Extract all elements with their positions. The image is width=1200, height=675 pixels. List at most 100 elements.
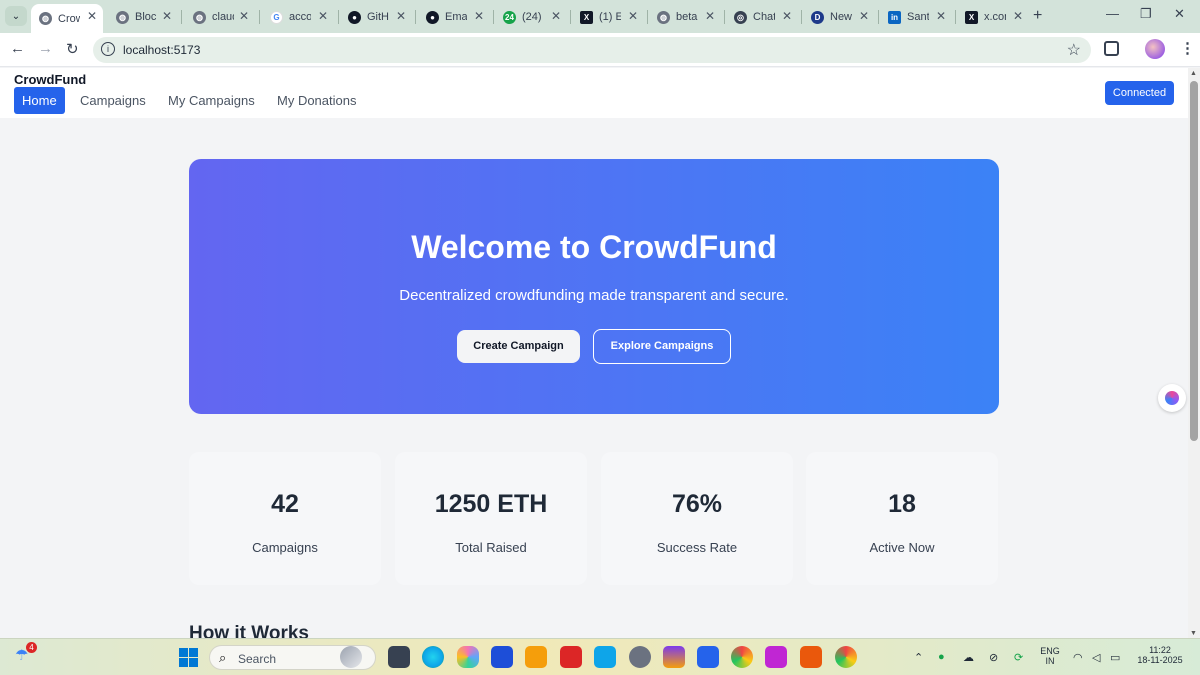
- globe-icon: ◍: [116, 10, 129, 24]
- close-icon[interactable]: ✕: [628, 9, 638, 23]
- stat-label: Success Rate: [656, 540, 738, 555]
- browser-menu-icon[interactable]: ⋮: [1180, 39, 1195, 57]
- tab-new[interactable]: D New ✕: [803, 4, 875, 30]
- url-text[interactable]: localhost:5173: [123, 43, 200, 57]
- tab-search-button[interactable]: ⌄: [5, 6, 27, 26]
- chrome-icon[interactable]: [731, 646, 753, 668]
- scroll-thumb[interactable]: [1190, 81, 1198, 441]
- stat-card-campaigns: 42 Campaigns: [189, 452, 381, 585]
- window-close-icon[interactable]: ✕: [1174, 6, 1185, 22]
- stat-card-total-raised: 1250 ETH Total Raised: [395, 452, 587, 585]
- tab-email[interactable]: ● Emai ✕: [418, 4, 490, 30]
- address-bar[interactable]: i localhost:5173 ☆: [93, 37, 1091, 63]
- close-icon[interactable]: ✕: [87, 9, 97, 23]
- nav-link-home[interactable]: Home: [14, 87, 65, 114]
- bookmark-star-icon[interactable]: ☆: [1067, 40, 1081, 60]
- stat-label: Campaigns: [252, 540, 318, 555]
- wallet-connected-button[interactable]: Connected: [1105, 81, 1174, 105]
- close-icon[interactable]: ✕: [936, 9, 946, 23]
- tab-accounts[interactable]: G acco ✕: [262, 4, 334, 30]
- windows-taskbar: ☂ 4 ⌕ Search ⌃ ● ☁ ⊘ ⟳ ENG IN ◠ ◁ ▭ 11:2…: [0, 638, 1200, 675]
- tray-app-icon[interactable]: ●: [938, 651, 945, 663]
- reload-icon[interactable]: ↻: [66, 40, 79, 58]
- profile-avatar[interactable]: [1145, 39, 1165, 59]
- nav-link-my-donations[interactable]: My Donations: [269, 87, 364, 114]
- site-info-icon[interactable]: i: [101, 42, 115, 56]
- tab-separator: [493, 10, 494, 24]
- close-icon[interactable]: ✕: [859, 9, 869, 23]
- close-icon[interactable]: ✕: [162, 9, 172, 23]
- close-icon[interactable]: ✕: [474, 9, 484, 23]
- openai-icon: ◎: [734, 10, 747, 24]
- powerpoint-icon[interactable]: [800, 646, 822, 668]
- windows-start-icon[interactable]: [179, 648, 198, 667]
- volume-icon[interactable]: ◁: [1092, 651, 1100, 664]
- edge-icon[interactable]: [422, 646, 444, 668]
- forward-icon[interactable]: →: [38, 40, 53, 57]
- golf-widget-icon[interactable]: [340, 646, 362, 668]
- clock[interactable]: 11:22 18-11-2025: [1130, 645, 1190, 665]
- vscode-icon[interactable]: [697, 646, 719, 668]
- page-scrollbar[interactable]: ▲ ▼: [1188, 68, 1200, 638]
- tab-title: (1) Ei: [599, 11, 621, 23]
- tray-chevron-icon[interactable]: ⌃: [914, 651, 923, 664]
- scroll-down-icon[interactable]: ▼: [1190, 630, 1197, 637]
- battery-icon[interactable]: ▭: [1110, 651, 1120, 664]
- tab-title: claud: [212, 11, 234, 23]
- brand-logo[interactable]: CrowdFund: [14, 72, 86, 87]
- tab-linkedin[interactable]: in Santh ✕: [880, 4, 952, 30]
- restore-icon[interactable]: ❐: [1140, 6, 1152, 22]
- minimize-icon[interactable]: —: [1106, 6, 1119, 21]
- tab-block[interactable]: ◍ Block ✕: [108, 4, 178, 30]
- nav-link-my-campaigns[interactable]: My Campaigns: [160, 87, 263, 114]
- tab-chat[interactable]: ◎ Chat ✕: [726, 4, 798, 30]
- copilot-icon[interactable]: [457, 646, 479, 668]
- tab-separator: [955, 10, 956, 24]
- close-icon[interactable]: ✕: [782, 9, 792, 23]
- close-icon[interactable]: ✕: [239, 9, 249, 23]
- x-icon: X: [580, 10, 593, 24]
- tab-claude[interactable]: ◍ claud ✕: [185, 4, 255, 30]
- search-placeholder: Search: [238, 652, 277, 666]
- task-view-icon[interactable]: [388, 646, 410, 668]
- nav-link-campaigns[interactable]: Campaigns: [72, 87, 154, 114]
- app-stack-icon[interactable]: [765, 646, 787, 668]
- photos-icon[interactable]: [663, 646, 685, 668]
- extensions-icon[interactable]: [1104, 41, 1119, 56]
- scroll-up-icon[interactable]: ▲: [1190, 70, 1197, 77]
- stat-label: Total Raised: [455, 540, 527, 555]
- stat-card-success-rate: 76% Success Rate: [601, 452, 793, 585]
- assistant-widget-button[interactable]: [1158, 384, 1186, 412]
- close-icon[interactable]: ✕: [1013, 9, 1023, 23]
- tab-beta[interactable]: ◍ beta. ✕: [649, 4, 721, 30]
- chrome-profile-icon[interactable]: [835, 646, 857, 668]
- back-icon[interactable]: ←: [10, 40, 25, 57]
- tray-sync-icon[interactable]: ⟳: [1014, 651, 1023, 664]
- close-icon[interactable]: ✕: [705, 9, 715, 23]
- tab-x-2[interactable]: X x.con ✕: [957, 4, 1029, 30]
- new-tab-button[interactable]: +: [1033, 7, 1042, 25]
- tab-x-1[interactable]: X (1) Ei ✕: [572, 4, 644, 30]
- wifi-icon[interactable]: ◠: [1073, 651, 1083, 664]
- tray-muted-icon[interactable]: ⊘: [989, 651, 998, 664]
- wps-office-icon[interactable]: [560, 646, 582, 668]
- store-icon[interactable]: [491, 646, 513, 668]
- settings-gear-icon[interactable]: [629, 646, 651, 668]
- close-icon[interactable]: ✕: [396, 9, 406, 23]
- tab-github[interactable]: ● GitHu ✕: [340, 4, 412, 30]
- tab-whatsapp[interactable]: 24 (24) V ✕: [495, 4, 567, 30]
- tab-title: GitHu: [367, 11, 389, 23]
- create-campaign-button[interactable]: Create Campaign: [457, 330, 580, 363]
- tab-title: Santh: [907, 11, 929, 23]
- language-code: ENG: [1040, 646, 1060, 656]
- close-icon[interactable]: ✕: [318, 9, 328, 23]
- language-indicator[interactable]: ENG IN: [1039, 646, 1061, 666]
- notepad-icon[interactable]: [594, 646, 616, 668]
- tab-crowdfund[interactable]: ◍ Crow ✕: [31, 4, 103, 33]
- close-icon[interactable]: ✕: [551, 9, 561, 23]
- clock-time: 11:22: [1149, 645, 1171, 655]
- explore-campaigns-button[interactable]: Explore Campaigns: [593, 329, 731, 364]
- hero-title: Welcome to CrowdFund: [411, 229, 777, 265]
- file-explorer-icon[interactable]: [525, 646, 547, 668]
- onedrive-icon[interactable]: ☁: [963, 651, 974, 664]
